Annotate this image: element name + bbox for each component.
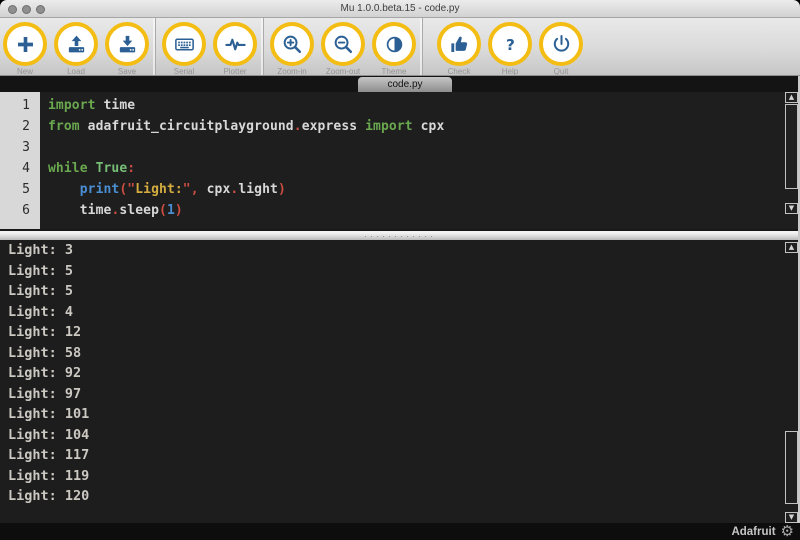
serial-scrollbar-thumb[interactable] (785, 431, 798, 504)
code-line: 6 time.sleep(1) (0, 200, 800, 221)
gear-icon[interactable]: ⚙ (781, 524, 794, 539)
toolbar-button-label: Plotter (205, 67, 265, 76)
mode-label: Adafruit (731, 526, 775, 538)
splitter-grip-dots: ············ (364, 232, 436, 240)
zoom-in-icon (270, 22, 314, 66)
serial-line: Light: 104 (8, 425, 800, 446)
upload-icon (54, 22, 98, 66)
toolbar-group: Zoom-inZoom-outTheme (263, 18, 422, 76)
code-text: while True: (40, 161, 135, 176)
code-editor[interactable]: 1import time2from adafruit_circuitplaygr… (0, 92, 800, 229)
theme-button[interactable]: Theme (372, 22, 416, 76)
new-button[interactable]: New (3, 22, 47, 76)
toolbar-button-label: Theme (364, 67, 424, 76)
quit-button[interactable]: Quit (539, 22, 583, 76)
pulse-icon (213, 22, 257, 66)
code-line: 3 (0, 137, 800, 158)
code-text: from adafruit_circuitplayground.express … (40, 119, 444, 134)
svg-text:?: ? (506, 35, 515, 53)
serial-lines: Light: 3Light: 5Light: 5Light: 4Light: 1… (0, 240, 800, 507)
code-text: import time (40, 98, 135, 113)
plotter-button[interactable]: Plotter (213, 22, 257, 76)
keyboard-icon (162, 22, 206, 66)
line-number: 5 (0, 179, 40, 200)
editor-scrollbar-thumb[interactable] (785, 104, 798, 189)
window-controls (8, 0, 45, 18)
serial-line: Light: 119 (8, 466, 800, 487)
code-line: 2from adafruit_circuitplayground.express… (0, 116, 800, 137)
tab-code-py[interactable]: code.py (358, 77, 452, 92)
serial-line: Light: 5 (8, 261, 800, 282)
minimize-button[interactable] (22, 5, 31, 14)
plus-icon (3, 22, 47, 66)
serial-line: Light: 4 (8, 302, 800, 323)
line-number: 2 (0, 116, 40, 137)
question-icon: ? (488, 22, 532, 66)
splitter-handle[interactable]: ············ (0, 229, 800, 240)
toolbar-group: Check?HelpQuit (422, 18, 589, 76)
code-line: 5 print("Light:", cpx.light) (0, 179, 800, 200)
serial-button[interactable]: Serial (162, 22, 206, 76)
serial-pane[interactable]: Light: 3Light: 5Light: 5Light: 4Light: 1… (0, 240, 800, 523)
serial-line: Light: 120 (8, 486, 800, 507)
code-line: 1import time (0, 95, 800, 116)
zoom-out-button[interactable]: Zoom-out (321, 22, 365, 76)
code-line: 4while True: (0, 158, 800, 179)
serial-line: Light: 12 (8, 322, 800, 343)
line-number: 6 (0, 200, 40, 221)
download-icon (105, 22, 149, 66)
mu-editor-window: Mu 1.0.0.beta.15 - code.py NewLoadSaveSe… (0, 0, 800, 540)
code-text (40, 140, 48, 155)
editor-scrollbar[interactable]: ▲ ▼ (784, 92, 799, 229)
window-title: Mu 1.0.0.beta.15 - code.py (0, 3, 800, 14)
code-text: time.sleep(1) (40, 203, 183, 218)
load-button[interactable]: Load (54, 22, 98, 76)
check-button[interactable]: Check (437, 22, 481, 76)
close-button[interactable] (8, 5, 17, 14)
scroll-down-icon[interactable]: ▼ (785, 203, 798, 214)
status-bar: Adafruit ⚙ (0, 523, 800, 540)
serial-line: Light: 58 (8, 343, 800, 364)
code-text: print("Light:", cpx.light) (40, 182, 286, 197)
toolbar: NewLoadSaveSerialPlotterZoom-inZoom-outT… (0, 18, 800, 76)
toolbar-button-label: Save (97, 67, 157, 76)
zoom-in-button[interactable]: Zoom-in (270, 22, 314, 76)
zoom-out-icon (321, 22, 365, 66)
serial-line: Light: 3 (8, 240, 800, 261)
toolbar-group: NewLoadSave (0, 18, 155, 76)
tab-bar: code.py (0, 76, 800, 92)
line-number: 1 (0, 95, 40, 116)
thumbs-up-icon (437, 22, 481, 66)
scroll-up-icon[interactable]: ▲ (785, 242, 798, 253)
serial-line: Light: 117 (8, 445, 800, 466)
power-icon (539, 22, 583, 66)
save-button[interactable]: Save (105, 22, 149, 76)
serial-line: Light: 5 (8, 281, 800, 302)
contrast-icon (372, 22, 416, 66)
serial-line: Light: 97 (8, 384, 800, 405)
serial-scrollbar[interactable]: ▲ ▼ (784, 240, 799, 523)
help-button[interactable]: ?Help (488, 22, 532, 76)
scroll-up-icon[interactable]: ▲ (785, 92, 798, 103)
serial-line: Light: 101 (8, 404, 800, 425)
line-number: 3 (0, 137, 40, 158)
zoom-button[interactable] (36, 5, 45, 14)
code-lines: 1import time2from adafruit_circuitplaygr… (0, 92, 800, 221)
toolbar-button-label: Quit (531, 67, 591, 76)
toolbar-group: SerialPlotter (155, 18, 263, 76)
title-bar: Mu 1.0.0.beta.15 - code.py (0, 0, 800, 18)
serial-line: Light: 92 (8, 363, 800, 384)
line-number: 4 (0, 158, 40, 179)
